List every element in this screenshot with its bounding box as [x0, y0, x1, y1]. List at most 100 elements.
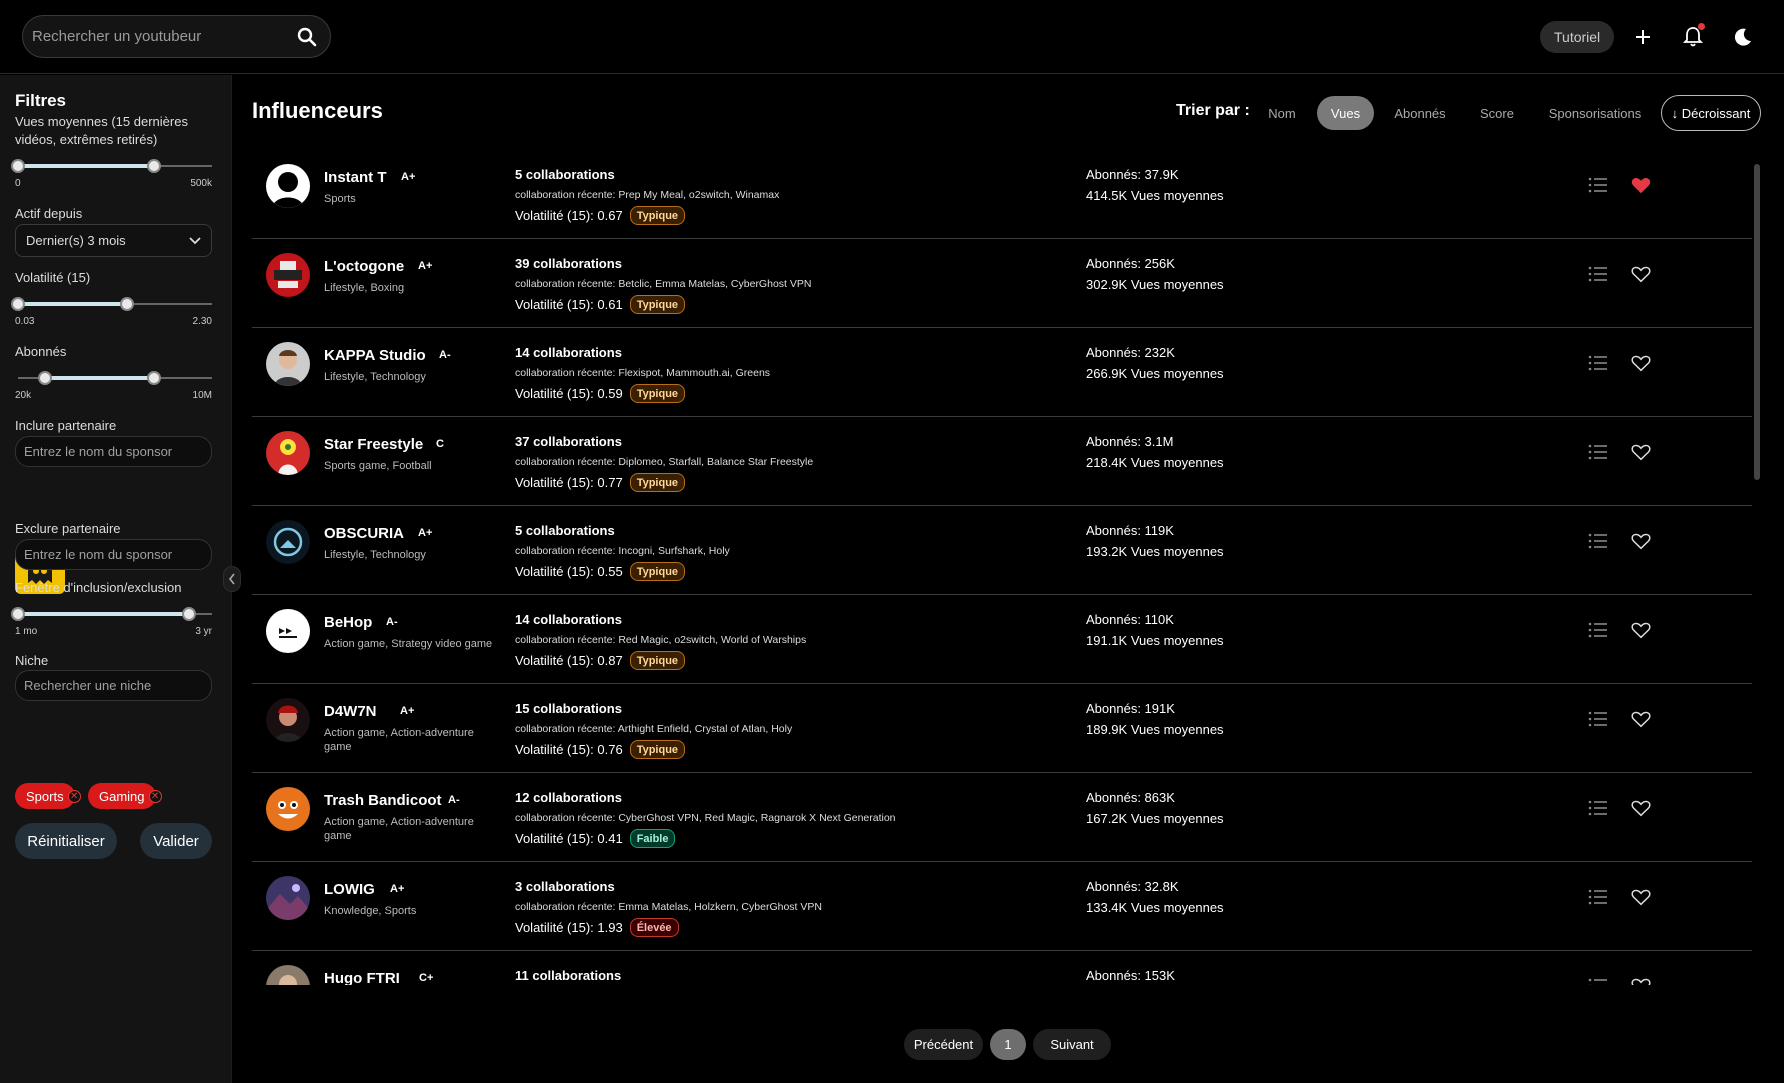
previous-page-button[interactable]: Précédent: [904, 1029, 983, 1060]
reset-button[interactable]: Réinitialiser: [15, 823, 117, 859]
influencer-name[interactable]: Trash Bandicoot: [324, 792, 442, 809]
influencer-row[interactable]: KAPPA Studio A- Lifestyle, Technology 14…: [252, 328, 1752, 417]
add-to-list-icon[interactable]: [1587, 531, 1609, 551]
include-partner-input[interactable]: [24, 444, 203, 459]
sort-label: Trier par :: [1176, 102, 1250, 119]
slider-thumb-max[interactable]: [146, 159, 161, 173]
sort-option-abonnes[interactable]: Abonnés: [1387, 96, 1453, 130]
heart-icon[interactable]: [1630, 975, 1652, 985]
chevron-down-icon: [189, 233, 201, 248]
page-number-button[interactable]: 1: [990, 1029, 1026, 1060]
volatility-slider[interactable]: [11, 297, 212, 311]
add-to-list-icon[interactable]: [1587, 709, 1609, 729]
volatility-value: Volatilité (15): 0.61: [515, 297, 623, 312]
recent-collaborations: collaboration récente: Emma Matelas, Hol…: [515, 901, 822, 913]
views-slider[interactable]: [11, 159, 212, 173]
search-icon[interactable]: [296, 26, 318, 48]
heart-icon[interactable]: [1630, 886, 1652, 908]
next-page-button[interactable]: Suivant: [1033, 1029, 1111, 1060]
influencer-row[interactable]: Star Freestyle C Sports game, Football 3…: [252, 417, 1752, 506]
influencer-name[interactable]: BeHop: [324, 614, 372, 631]
sort-option-score[interactable]: Score: [1466, 96, 1528, 130]
search-input[interactable]: [32, 28, 296, 45]
subscriber-count: Abonnés: 37.9K: [1086, 167, 1179, 182]
influencer-row[interactable]: LOWIG A+ Knowledge, Sports 3 collaborati…: [252, 862, 1752, 951]
influencer-row[interactable]: BeHop A- Action game, Strategy video gam…: [252, 595, 1752, 684]
slider-thumb-min[interactable]: [11, 297, 25, 311]
window-filter-label: Fenêtre d'inclusion/exclusion: [15, 580, 182, 595]
slider-thumb-max[interactable]: [146, 371, 161, 385]
sort-option-nom[interactable]: Nom: [1256, 96, 1308, 130]
influencer-row[interactable]: D4W7N A+ Action game, Action-adventure g…: [252, 684, 1752, 773]
heart-icon[interactable]: [1630, 708, 1652, 730]
active-since-select[interactable]: Dernier(s) 3 mois: [15, 224, 212, 257]
add-to-list-icon[interactable]: [1587, 175, 1609, 195]
moon-icon[interactable]: [1728, 22, 1758, 52]
slider-thumb-min[interactable]: [11, 159, 25, 173]
tutorial-button[interactable]: Tutoriel: [1540, 21, 1615, 53]
influencer-name[interactable]: Star Freestyle: [324, 436, 423, 453]
exclude-partner-field[interactable]: [15, 539, 212, 570]
window-slider[interactable]: [11, 607, 212, 621]
exclude-partner-input[interactable]: [24, 547, 203, 562]
include-partner-field[interactable]: [15, 436, 212, 467]
heart-icon[interactable]: [1630, 352, 1652, 374]
influencer-name[interactable]: Instant T: [324, 169, 387, 186]
influencer-row[interactable]: Hugo FTRI C+ 11 collaborations Abonnés: …: [252, 951, 1752, 985]
influencer-name[interactable]: OBSCURIA: [324, 525, 404, 542]
heart-icon[interactable]: [1630, 530, 1652, 552]
niche-search-input[interactable]: [24, 678, 203, 693]
add-to-list-icon[interactable]: [1587, 353, 1609, 373]
sort-direction-button[interactable]: ↓ Décroissant: [1661, 95, 1761, 131]
recent-collaborations: collaboration récente: Red Magic, o2swit…: [515, 634, 807, 646]
volatility-badge: Typique: [629, 651, 686, 670]
influencer-row[interactable]: L'octogone A+ Lifestyle, Boxing 39 colla…: [252, 239, 1752, 328]
bell-icon[interactable]: [1678, 22, 1708, 52]
subscribers-slider[interactable]: [18, 371, 212, 385]
add-to-list-icon[interactable]: [1587, 442, 1609, 462]
influencer-row[interactable]: OBSCURIA A+ Lifestyle, Technology 5 coll…: [252, 506, 1752, 595]
add-to-list-icon[interactable]: [1587, 887, 1609, 907]
heart-icon-filled[interactable]: [1630, 174, 1652, 196]
chip-label: Gaming: [99, 788, 145, 804]
influencer-row[interactable]: Instant T A+ Sports 5 collaborations col…: [252, 150, 1752, 239]
subscriber-count: Abonnés: 191K: [1086, 701, 1175, 716]
heart-icon[interactable]: [1630, 441, 1652, 463]
collapse-sidebar-button[interactable]: [223, 566, 241, 592]
add-to-list-icon[interactable]: [1587, 976, 1609, 985]
add-to-list-icon[interactable]: [1587, 620, 1609, 640]
search-bar[interactable]: [22, 15, 331, 58]
remove-chip-icon[interactable]: ✕: [148, 790, 162, 803]
niche-search-field[interactable]: [15, 670, 212, 701]
heart-icon[interactable]: [1630, 619, 1652, 641]
influencer-name[interactable]: L'octogone: [324, 258, 404, 275]
sort-option-sponsorisations[interactable]: Sponsorisations: [1541, 96, 1649, 130]
slider-thumb-min[interactable]: [38, 371, 53, 385]
scrollbar-thumb[interactable]: [1754, 164, 1760, 480]
niche-chip-sports[interactable]: Sports ✕: [15, 783, 81, 809]
influencer-name[interactable]: KAPPA Studio: [324, 347, 426, 364]
plus-icon[interactable]: [1628, 22, 1658, 52]
heart-icon[interactable]: [1630, 797, 1652, 819]
add-to-list-icon[interactable]: [1587, 798, 1609, 818]
slider-thumb-min[interactable]: [11, 607, 25, 621]
volatility: Volatilité (15): 0.61 Typique: [515, 295, 686, 314]
recent-collaborations: collaboration récente: Diplomeo, Starfal…: [515, 456, 814, 468]
volatility: Volatilité (15): 0.67 Typique: [515, 206, 686, 225]
heart-icon[interactable]: [1630, 263, 1652, 285]
remove-chip-icon[interactable]: ✕: [67, 790, 81, 803]
submit-button[interactable]: Valider: [140, 823, 212, 859]
volatility-max-label: 2.30: [192, 316, 212, 327]
influencer-name[interactable]: Hugo FTRI: [324, 970, 400, 985]
influencer-name[interactable]: LOWIG: [324, 881, 375, 898]
slider-thumb-max[interactable]: [181, 607, 196, 621]
influencer-row[interactable]: Trash Bandicoot A- Action game, Action-a…: [252, 773, 1752, 862]
volatility: Volatilité (15): 0.41 Faible: [515, 829, 676, 848]
volatility: Volatilité (15): 0.76 Typique: [515, 740, 686, 759]
collaboration-count: 12 collaborations: [515, 790, 622, 805]
niche-chip-gaming[interactable]: Gaming ✕: [88, 783, 162, 809]
influencer-name[interactable]: D4W7N: [324, 703, 377, 720]
slider-thumb-max[interactable]: [119, 297, 134, 311]
sort-option-vues[interactable]: Vues: [1317, 96, 1374, 130]
add-to-list-icon[interactable]: [1587, 264, 1609, 284]
